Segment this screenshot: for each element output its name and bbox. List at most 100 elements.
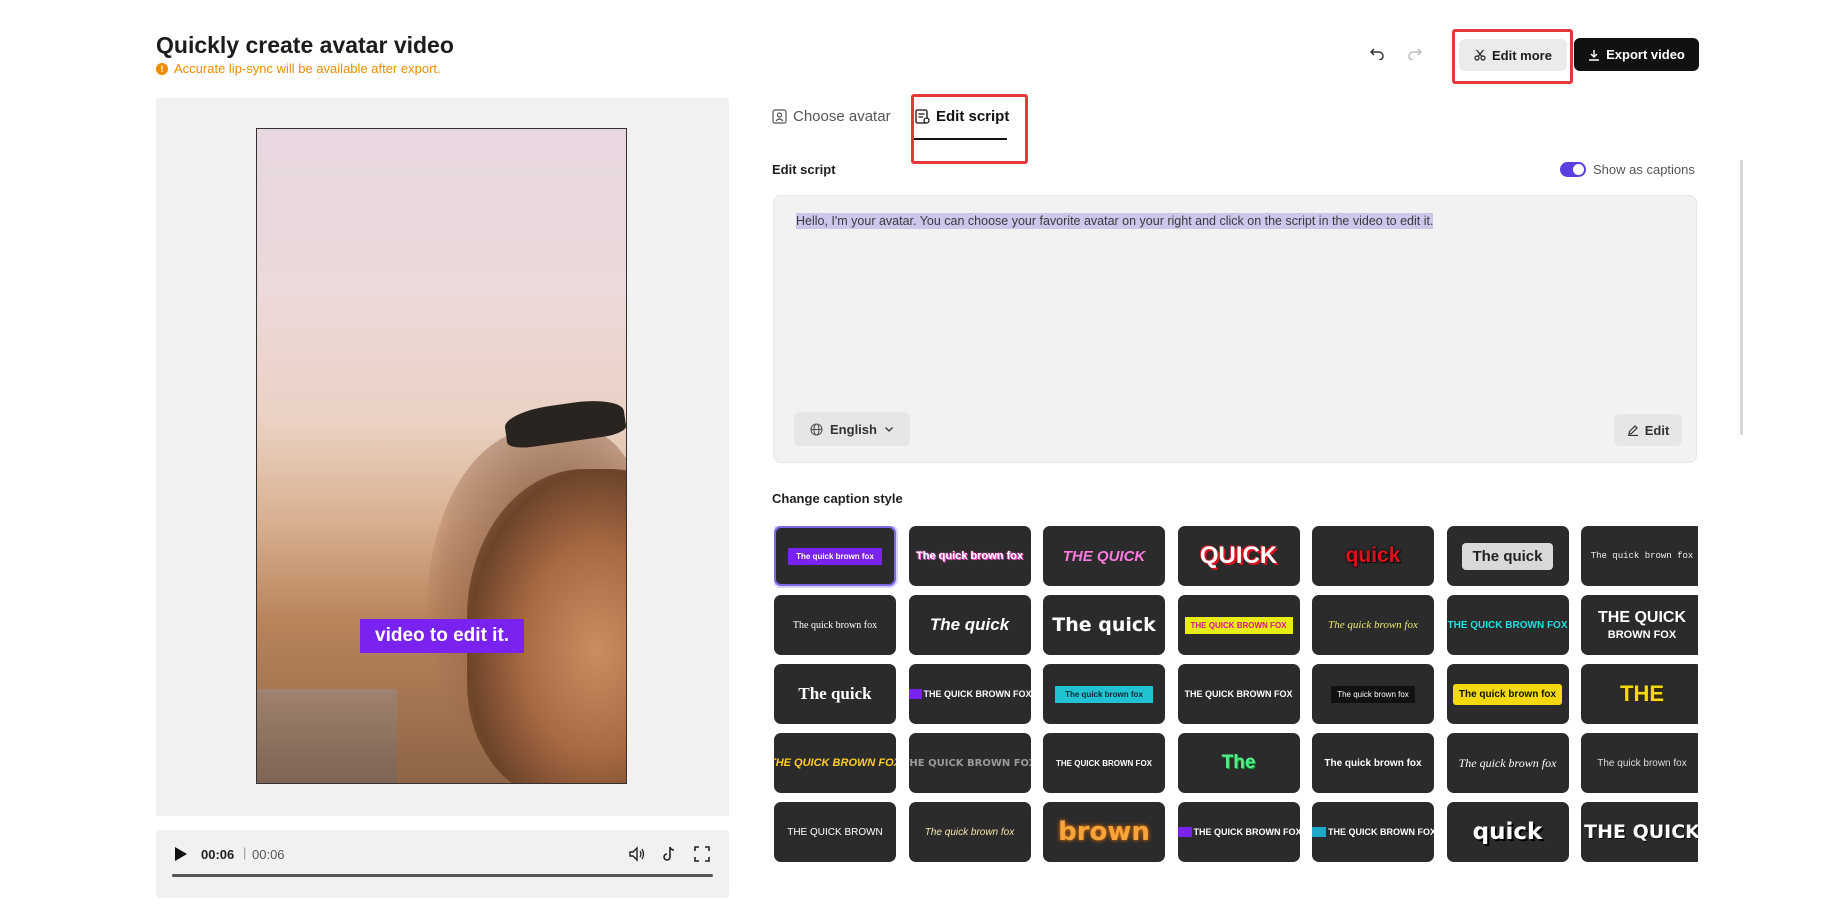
current-time: 00:06 [201,847,235,862]
play-icon[interactable] [174,846,188,862]
caption-style-tile[interactable]: The quick brown fox [1312,595,1434,655]
caption-style-tile[interactable]: The quick brown fox [1446,733,1569,793]
caption-style-tile[interactable]: The quick brown fox [1581,526,1698,586]
caption-style-sample: THE QUICK BROWN FOX [1312,827,1434,837]
export-video-button[interactable]: Export video [1574,38,1699,71]
caption-style-tile[interactable]: The quick [1446,526,1569,586]
caption-style-sample: The quick [929,615,1010,634]
show-captions-toggle[interactable]: Show as captions [1560,162,1695,177]
caption-style-tile[interactable]: The quick brown fox [1581,733,1698,793]
caption-style-sample: THE [1620,681,1664,706]
caption-style-sample: brown [1058,817,1150,847]
video-background [257,689,397,783]
caption-style-sample: THE QUICK [1062,547,1146,565]
caption-style-tile[interactable]: THE QUICK BROWN FOX [908,733,1031,793]
caption-style-tile[interactable]: brown [1043,802,1165,862]
app-page: Quickly create avatar video ! Accurate l… [0,0,1846,909]
undo-icon[interactable] [1368,44,1386,62]
caption-style-tile[interactable]: THE QUICK [1043,526,1165,586]
caption-style-sample: The quick brown fox [1328,619,1418,631]
caption-style-tile[interactable]: THE QUICK BROWN [774,802,896,862]
caption-style-tile[interactable]: The quick brown fox [1312,733,1434,793]
language-dropdown[interactable]: English [794,412,910,446]
caption-style-tile[interactable]: The quick brown fox [774,526,896,586]
caption-style-tile[interactable]: quick [1312,526,1434,586]
caption-style-sample: The quick brown fox [788,547,882,565]
caption-style-tile[interactable]: The quick [774,664,896,724]
export-label: Export video [1606,47,1685,62]
caption-style-sample: The quick brown fox [1452,683,1563,705]
caption-style-tile[interactable]: The quick brown fox [1043,664,1165,724]
caption-style-sample: The quick [798,684,872,703]
toggle-switch[interactable] [1560,162,1586,177]
caption-style-tile[interactable]: THE QUICK BROWN FOX [1581,595,1698,655]
caption-style-tile[interactable]: THE QUICK BROWN FOX [1446,595,1569,655]
caption-style-tile[interactable]: The quick [908,595,1031,655]
show-captions-label: Show as captions [1593,162,1695,177]
time-separator: | [243,845,247,860]
caption-style-sample: THE QUICK BROWN [787,826,883,838]
caption-style-sample: THE QUICK BROWN FOX [774,757,896,769]
caption-style-tile[interactable]: quick [1446,802,1569,862]
caption-style-sample: THE QUICK BROWN FOX [1184,616,1293,634]
caption-style-sample: The quick brown fox [1597,757,1687,769]
caption-style-tile[interactable]: THE QUICK BROWN FOX [1177,664,1300,724]
edit-script-button[interactable]: Edit [1614,414,1682,446]
caption-style-tile[interactable]: THE QUICK BROWN FOX [1177,802,1300,862]
caption-style-tile[interactable]: QUICK [1177,526,1300,586]
scissors-icon [1474,49,1486,61]
script-text[interactable]: Hello, I'm your avatar. You can choose y… [796,213,1434,229]
download-icon [1589,49,1600,61]
caption-style-sample: quick [1472,819,1543,845]
tiktok-icon[interactable] [660,845,678,863]
caption-style-tile[interactable]: THE QUICK BROWN FOX [1312,802,1434,862]
playback-progress-bar[interactable] [172,874,713,877]
language-label: English [830,421,877,437]
lip-sync-notice: ! Accurate lip-sync will be available af… [156,61,441,76]
caption-style-tile[interactable]: THE QUICK BROWN FOX [1043,733,1165,793]
caption-style-tile[interactable]: The quick brown fox [1312,664,1434,724]
caption-style-sample: The quick brown fox [1458,755,1557,770]
edit-more-button[interactable]: Edit more [1459,39,1567,71]
caption-style-sample-sub: BROWN FOX [1607,629,1677,641]
caption-style-sample: THE QUICK BROWN FOX [908,757,1031,769]
caption-style-tile[interactable]: The quick brown fox [774,595,896,655]
fullscreen-icon[interactable] [693,845,711,863]
caption-style-tile[interactable]: The [1177,733,1300,793]
caption-style-heading: Change caption style [772,491,903,506]
caption-style-sample: THE QUICK BROWN FOX [1177,827,1300,837]
caption-style-tile[interactable]: THE QUICK BROWN FOX [908,664,1031,724]
caption-style-sample: THE QUICK BROWN FOX [1447,619,1568,631]
caption-style-sample: The quick brown fox [1055,685,1153,703]
caption-style-tile[interactable]: THE QUICK BROWN FOX [774,733,896,793]
tab-edit-script[interactable]: Edit script [915,108,1009,125]
notice-text: Accurate lip-sync will be available afte… [174,61,441,76]
pencil-icon [1627,425,1638,436]
volume-icon[interactable] [628,845,646,863]
tab-choose-avatar[interactable]: Choose avatar [772,108,891,125]
page-title: Quickly create avatar video [156,32,454,58]
chevron-down-icon [885,427,893,432]
caption-style-sample: quick [1345,544,1401,567]
panel-scrollbar[interactable] [1740,160,1743,435]
caption-style-tile[interactable]: THE QUICK [1581,802,1698,862]
highlight-box [911,94,1028,164]
caption-style-tile[interactable]: The quick brown fox [1446,664,1569,724]
caption-style-sample: The quick brown fox [916,550,1023,562]
edit-more-label: Edit more [1492,47,1552,63]
caption-style-tile[interactable]: The quick brown fox [908,526,1031,586]
caption-style-sample: THE QUICK BROWN FOX [1056,758,1152,768]
avatar-video[interactable]: video to edit it. [256,128,627,784]
caption-style-tile[interactable]: THE [1581,664,1698,724]
globe-icon [810,422,823,436]
script-editor[interactable]: Hello, I'm your avatar. You can choose y… [773,195,1697,463]
video-caption[interactable]: video to edit it. [360,619,525,653]
caption-style-grid: The quick brown fox The quick brown fox TH… [774,526,1698,894]
redo-icon[interactable] [1406,44,1424,62]
caption-style-tile[interactable]: THE QUICK BROWN FOX [1177,595,1300,655]
caption-style-sample: THE QUICK BROWN FOX [908,689,1031,699]
caption-style-sample: The quick brown fox [1324,757,1422,769]
active-tab-indicator [913,138,1007,140]
caption-style-tile[interactable]: The quick brown fox [908,802,1031,862]
caption-style-tile[interactable]: The quick [1043,595,1165,655]
